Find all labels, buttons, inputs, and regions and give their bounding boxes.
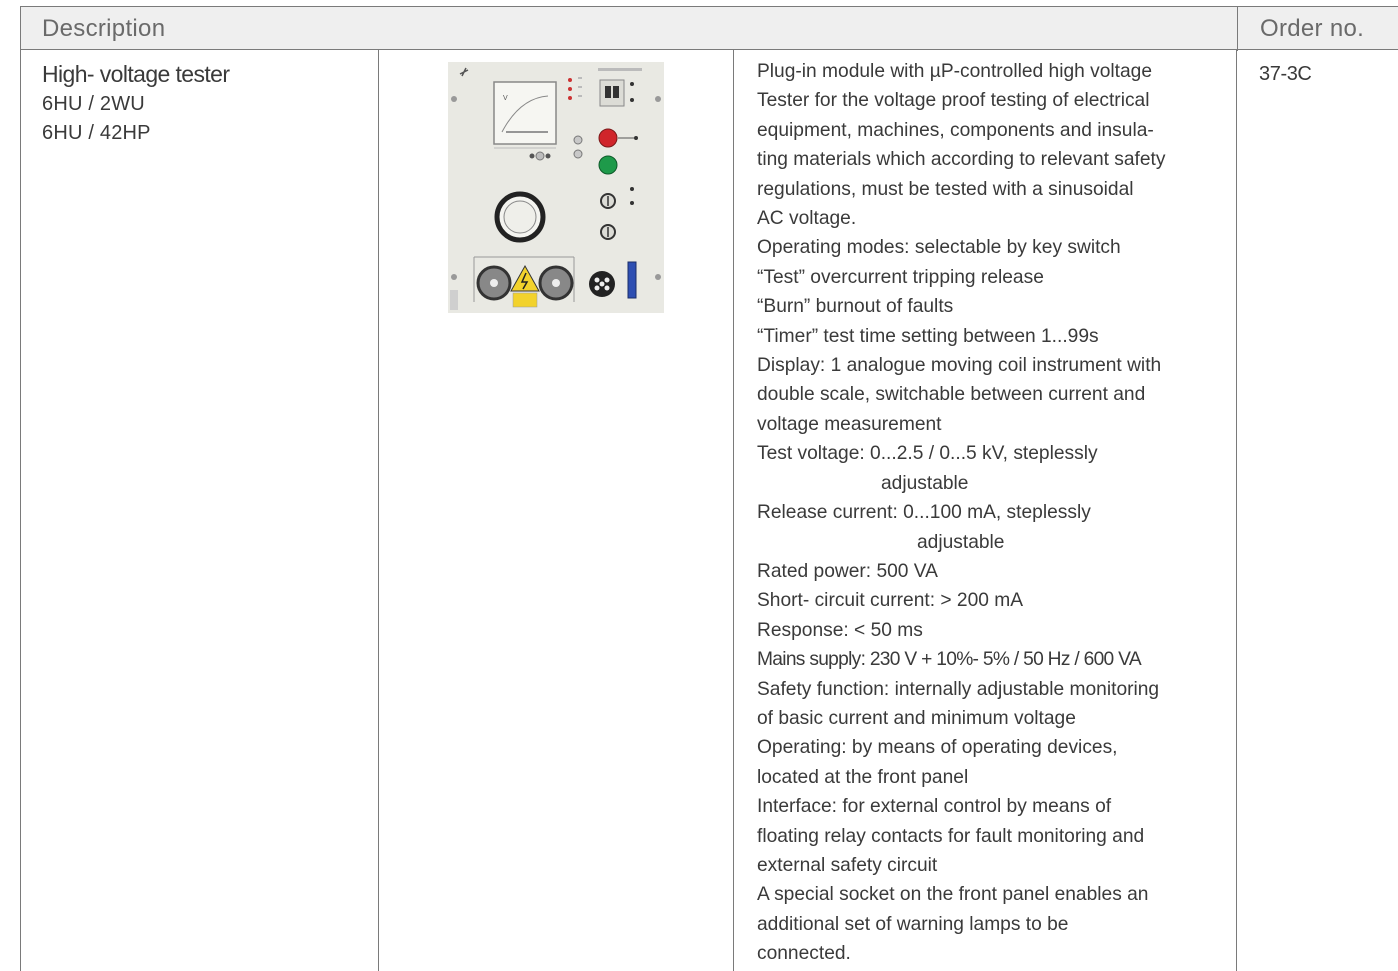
description-line: Display: 1 analogue moving coil instrume…	[757, 355, 1162, 377]
header-description: Description	[42, 15, 166, 42]
description-line: Short- circuit current: > 200 mA	[757, 590, 1024, 612]
description-line: equipment, machines, components and insu…	[757, 119, 1154, 141]
description-line: Plug-in module with µP-controlled high v…	[757, 61, 1153, 82]
description-line: Response: < 50 ms	[757, 619, 923, 641]
description-line: AC voltage.	[757, 208, 857, 230]
description-line: “Burn” burnout of faults	[757, 296, 954, 318]
description-line: connected.	[757, 943, 851, 965]
column-divider-1	[378, 50, 379, 971]
description-line: located at the front panel	[757, 766, 969, 788]
product-spec-2: 6HU / 42HP	[42, 122, 151, 144]
table-border-left	[20, 50, 21, 971]
description-line: Interface: for external control by means…	[757, 796, 1112, 818]
description-line: A special socket on the front panel enab…	[757, 884, 1149, 906]
header-order-no: Order no.	[1260, 15, 1365, 42]
product-spec-1: 6HU / 2WU	[42, 93, 145, 115]
column-divider-3	[1236, 50, 1237, 971]
description-line: Safety function: internally adjustable m…	[757, 678, 1160, 700]
description-line: double scale, switchable between current…	[757, 384, 1146, 406]
description-line: adjustable	[917, 531, 1005, 553]
product-name-cell: High- voltage tester 6HU / 2WU 6HU / 42H…	[42, 60, 372, 148]
product-description-cell: Plug-in module with µP-controlled high v…	[757, 57, 1227, 969]
description-line: additional set of warning lamps to be	[757, 913, 1069, 935]
description-line: voltage measurement	[757, 413, 942, 435]
description-line: Test voltage: 0...2.5 / 0...5 kV, steple…	[757, 443, 1098, 465]
analogue-meter-icon: V	[493, 81, 557, 145]
description-line: Operating: by means of operating devices…	[757, 737, 1118, 759]
description-line: Mains supply: 230 V + 10%- 5% / 50 Hz / …	[757, 649, 1142, 671]
description-line: adjustable	[881, 472, 969, 494]
column-divider-2	[733, 50, 734, 971]
description-line: external safety circuit	[757, 854, 938, 876]
description-line: floating relay contacts for fault monito…	[757, 825, 1145, 847]
description-line: of basic current and minimum voltage	[757, 707, 1076, 729]
description-line: ting materials which according to releva…	[757, 149, 1166, 171]
svg-text:V: V	[503, 95, 508, 102]
table-header: Description Order no.	[20, 6, 1398, 51]
description-line: “Test” overcurrent tripping release	[757, 266, 1044, 288]
header-divider	[1237, 7, 1238, 51]
product-name: High- voltage tester	[42, 61, 230, 87]
order-number: 37-3C	[1259, 63, 1312, 85]
description-line: Release current: 0...100 mA, steplessly	[757, 502, 1091, 524]
description-line: regulations, must be tested with a sinus…	[757, 178, 1134, 200]
description-line: Rated power: 500 VA	[757, 560, 938, 582]
high-voltage-tester-module-image: V	[448, 62, 664, 313]
product-table: Description Order no. High- voltage test…	[20, 6, 1398, 971]
description-line: Operating modes: selectable by key switc…	[757, 237, 1121, 259]
description-line: Tester for the voltage proof testing of …	[757, 90, 1150, 112]
description-line: “Timer” test time setting between 1...99…	[757, 325, 1099, 347]
